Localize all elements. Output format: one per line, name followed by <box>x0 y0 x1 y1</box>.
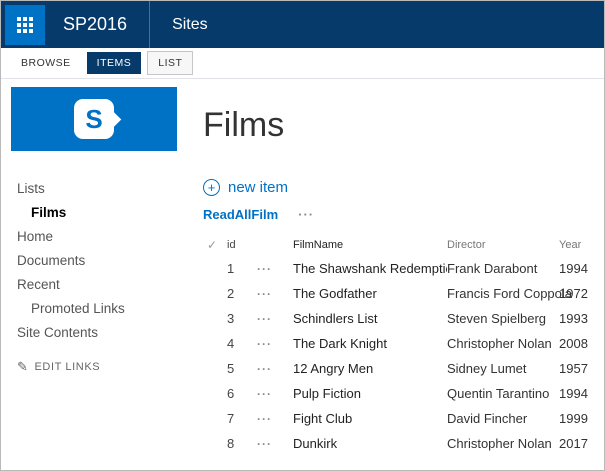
row-film-name[interactable]: 12 Angry Men <box>293 361 447 376</box>
row-year: 1957 <box>559 361 588 376</box>
row-id: 5 <box>227 361 235 376</box>
new-item-link[interactable]: + new item <box>203 179 288 196</box>
column-header-director[interactable]: Director <box>447 239 559 251</box>
table-row[interactable]: 8 ··· Dunkirk Christopher Nolan 2017 <box>203 431 598 456</box>
view-more-ellipsis-icon[interactable]: ··· <box>298 207 314 222</box>
list-view-main: Films + new item ReadAllFilm ··· ✓ id Fi… <box>189 79 604 470</box>
table-row[interactable]: 6 ··· Pulp Fiction Quentin Tarantino 199… <box>203 381 598 406</box>
row-id: 1 <box>227 261 235 276</box>
row-director: David Fincher <box>447 411 528 426</box>
sidebar: S Lists Films Home Documents Recent Prom… <box>1 79 189 470</box>
table-row[interactable]: 3 ··· Schindlers List Steven Spielberg 1… <box>203 306 598 331</box>
row-year: 1994 <box>559 261 588 276</box>
column-header-year[interactable]: Year <box>559 239 598 251</box>
row-film-name[interactable]: Pulp Fiction <box>293 386 447 401</box>
row-year: 2017 <box>559 436 588 451</box>
table-row[interactable]: 1 ··· The Shawshank Redemption Frank Dar… <box>203 256 598 281</box>
row-year: 1993 <box>559 311 588 326</box>
row-director: Francis Ford Coppola <box>447 286 572 301</box>
view-link-readallfilm[interactable]: ReadAllFilm <box>203 207 278 222</box>
column-header-filmname[interactable]: FilmName <box>293 239 447 251</box>
item-menu-ellipsis-icon[interactable]: ··· <box>257 287 293 301</box>
films-table-body: 1 ··· The Shawshank Redemption Frank Dar… <box>203 256 598 456</box>
row-id: 3 <box>227 311 235 326</box>
sidebar-item-site-contents[interactable]: Site Contents <box>1 321 189 345</box>
sidebar-item-films[interactable]: Films <box>1 201 189 225</box>
item-menu-ellipsis-icon[interactable]: ··· <box>257 437 293 451</box>
row-id: 8 <box>227 436 235 451</box>
suite-bar-divider <box>149 1 151 48</box>
pencil-icon: ✎ <box>17 359 29 374</box>
waffle-icon <box>17 16 33 33</box>
sidebar-item-recent[interactable]: Recent <box>1 273 189 297</box>
plus-circle-icon: + <box>203 179 220 196</box>
item-menu-ellipsis-icon[interactable]: ··· <box>257 262 293 276</box>
row-id: 4 <box>227 336 235 351</box>
sidebar-item-documents[interactable]: Documents <box>1 249 189 273</box>
edit-links-label: EDIT LINKS <box>34 361 101 373</box>
column-header-id[interactable]: id <box>227 239 257 251</box>
sidebar-item-home[interactable]: Home <box>1 225 189 249</box>
edit-links-button[interactable]: ✎ EDIT LINKS <box>1 359 189 375</box>
logo-letter: S <box>85 104 103 134</box>
sidebar-item-promoted-links[interactable]: Promoted Links <box>1 297 189 321</box>
films-table: ✓ id FilmName Director Year 1 ··· The Sh… <box>203 234 598 456</box>
site-logo[interactable]: S <box>11 87 177 151</box>
films-table-header: ✓ id FilmName Director Year <box>203 234 598 256</box>
row-film-name[interactable]: Dunkirk <box>293 436 447 451</box>
item-menu-ellipsis-icon[interactable]: ··· <box>257 312 293 326</box>
table-row[interactable]: 2 ··· The Godfather Francis Ford Coppola… <box>203 281 598 306</box>
row-film-name[interactable]: The Dark Knight <box>293 336 447 351</box>
row-film-name[interactable]: Fight Club <box>293 411 447 426</box>
table-row[interactable]: 5 ··· 12 Angry Men Sidney Lumet 1957 <box>203 356 598 381</box>
row-year: 2008 <box>559 336 588 351</box>
row-director: Frank Darabont <box>447 261 538 276</box>
select-all-checkmark-icon[interactable]: ✓ <box>203 238 227 252</box>
tab-browse[interactable]: BROWSE <box>11 52 81 74</box>
row-director: Christopher Nolan <box>447 436 552 451</box>
tab-list[interactable]: LIST <box>147 51 194 75</box>
suite-bar: SP2016 Sites <box>1 1 604 48</box>
quick-launch-nav: Lists Films Home Documents Recent Promot… <box>1 177 189 345</box>
row-film-name[interactable]: The Shawshank Redemption <box>293 261 447 276</box>
item-menu-ellipsis-icon[interactable]: ··· <box>257 362 293 376</box>
item-menu-ellipsis-icon[interactable]: ··· <box>257 387 293 401</box>
new-item-label: new item <box>228 179 289 196</box>
row-year: 1999 <box>559 411 588 426</box>
content-area: S Lists Films Home Documents Recent Prom… <box>1 79 604 470</box>
sidebar-item-lists[interactable]: Lists <box>1 177 189 201</box>
item-menu-ellipsis-icon[interactable]: ··· <box>257 337 293 351</box>
row-year: 1994 <box>559 386 588 401</box>
ribbon-tab-bar: BROWSE ITEMS LIST <box>1 48 604 79</box>
page-title: Films <box>203 106 285 144</box>
suite-link-sites[interactable]: Sites <box>172 16 208 34</box>
table-row[interactable]: 7 ··· Fight Club David Fincher 1999 <box>203 406 598 431</box>
sharepoint-logo-icon: S <box>74 99 114 139</box>
row-id: 6 <box>227 386 235 401</box>
row-director: Sidney Lumet <box>447 361 527 376</box>
item-menu-ellipsis-icon[interactable]: ··· <box>257 412 293 426</box>
app-launcher-button[interactable] <box>5 4 45 45</box>
sharepoint-page: SP2016 Sites BROWSE ITEMS LIST S Lists F… <box>0 0 605 471</box>
row-film-name[interactable]: Schindlers List <box>293 311 447 326</box>
row-film-name[interactable]: The Godfather <box>293 286 447 301</box>
view-selector-row: ReadAllFilm ··· <box>203 204 598 224</box>
row-id: 7 <box>227 411 235 426</box>
row-id: 2 <box>227 286 235 301</box>
row-director: Christopher Nolan <box>447 336 552 351</box>
row-director: Steven Spielberg <box>447 311 547 326</box>
suite-app-title[interactable]: SP2016 <box>63 14 127 35</box>
tab-items[interactable]: ITEMS <box>86 52 142 74</box>
row-year: 1972 <box>559 286 588 301</box>
row-director: Quentin Tarantino <box>447 386 550 401</box>
table-row[interactable]: 4 ··· The Dark Knight Christopher Nolan … <box>203 331 598 356</box>
